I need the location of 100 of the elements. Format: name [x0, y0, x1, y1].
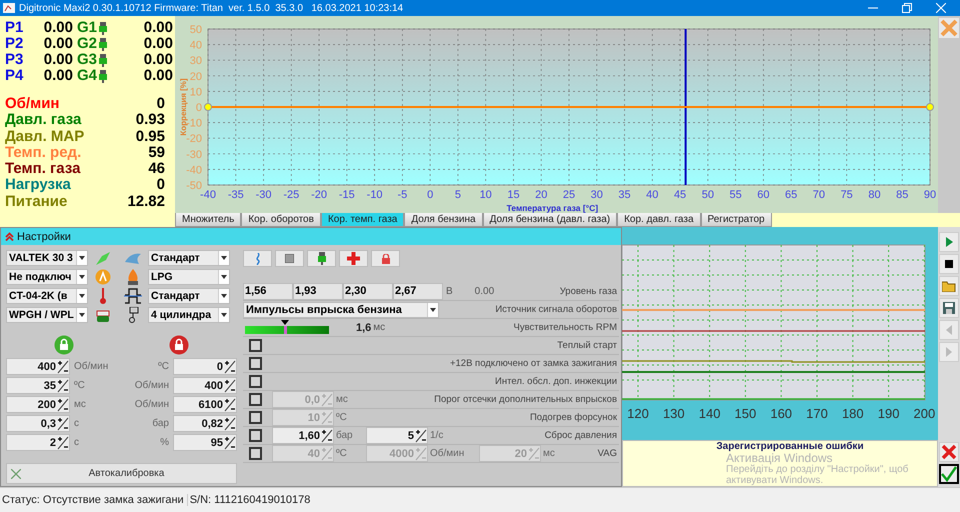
probe-button[interactable]: [243, 250, 272, 267]
window-title: Digitronic Maxi2 0.30.1.10712 Firmware: Titan ver. 1.5.0 35.3.0 16.03.2021 10:23:14: [19, 2, 404, 14]
dropdown[interactable]: VALTEK 30 3: [6, 250, 88, 266]
injector-value: 0.00: [142, 68, 173, 84]
injector-icon: [99, 54, 107, 66]
right-caret-icon: [946, 347, 952, 357]
threshold-field[interactable]: 1,93: [293, 283, 343, 300]
number-field[interactable]: 2: [6, 434, 70, 451]
setting-label: Интел. обсл. доп. инжекции: [495, 376, 618, 387]
caret-icon: [221, 313, 227, 317]
number-field[interactable]: 95: [173, 434, 237, 451]
dropdown[interactable]: CT-04-2K (в: [6, 288, 88, 304]
y-axis-title: Коррекция [%]: [179, 78, 188, 136]
number-field[interactable]: 5: [366, 427, 428, 444]
stop-button[interactable]: [939, 254, 959, 274]
unit-label: Об/мин: [134, 399, 170, 410]
x-tick-label: 120: [627, 406, 649, 421]
tab[interactable]: Кор. темп. газа: [320, 213, 404, 227]
spinner-icon: [415, 446, 427, 460]
number-field[interactable]: 0,82: [173, 415, 237, 432]
number-field[interactable]: 0,3: [6, 415, 70, 432]
setting-label: VAG: [598, 448, 618, 459]
number-field[interactable]: 400: [173, 377, 237, 394]
injector-icon: [318, 252, 326, 265]
reading-value: 0.95: [136, 128, 165, 145]
x-tick-label: 75: [840, 189, 853, 201]
status-text: Статус: Отсутствие замка зажигани: [1, 494, 185, 506]
reading-label: Давл. газа: [5, 112, 82, 129]
data-point[interactable]: [204, 103, 212, 111]
save-button[interactable]: [939, 298, 959, 318]
plus-button[interactable]: [339, 250, 368, 267]
x-tick-label: 35: [618, 189, 631, 201]
y-tick-label: 30: [190, 55, 202, 68]
data-point[interactable]: [926, 103, 934, 111]
tab[interactable]: Кор. давл. газа: [617, 213, 701, 227]
delete-button[interactable]: [939, 442, 959, 462]
x-tick-label: 30: [590, 189, 603, 201]
x-tick-label: 70: [812, 189, 826, 201]
reading-label: Давл. MAP: [5, 128, 84, 145]
checkbox[interactable]: [249, 447, 262, 460]
tab[interactable]: Множитель: [175, 213, 242, 227]
checkbox[interactable]: [249, 375, 262, 388]
number-field[interactable]: 200: [6, 396, 70, 413]
confirm-button[interactable]: [939, 464, 959, 484]
injector-value: 0.00: [42, 52, 73, 68]
stop-button[interactable]: [275, 250, 304, 267]
threshold-field[interactable]: 1,56: [243, 283, 293, 300]
checkbox[interactable]: [249, 339, 262, 352]
collapse-icon[interactable]: [5, 232, 14, 241]
tab[interactable]: Регистратор: [700, 213, 772, 227]
number-field[interactable]: 1,60: [272, 427, 334, 444]
number-field[interactable]: 0: [173, 358, 237, 375]
threshold-field[interactable]: 2,67: [393, 283, 443, 300]
reading-label: Питание: [5, 194, 68, 210]
thermometer-icon: [99, 288, 107, 304]
slider-thumb[interactable]: [284, 326, 288, 334]
reading-label: Темп. ред.: [5, 144, 82, 162]
tab[interactable]: Доля бензина (давл. газа): [482, 213, 618, 227]
number-field[interactable]: 6100: [173, 396, 237, 413]
serial-number: S/N: 1112160419010178: [186, 494, 310, 506]
tab[interactable]: Доля бензина: [404, 213, 483, 227]
lock-button[interactable]: [371, 250, 400, 267]
tab[interactable]: Кор. оборотов: [241, 213, 321, 227]
number-field[interactable]: 35: [6, 377, 70, 394]
open-button[interactable]: [939, 276, 959, 296]
x-tick-label: 15: [507, 189, 520, 201]
injector-button[interactable]: [307, 250, 336, 267]
y-tick-label: -30: [186, 148, 202, 161]
dropdown[interactable]: WPGH / WPL: [6, 307, 88, 323]
dropdown[interactable]: 4 цилиндра: [148, 307, 230, 323]
autocalibration-button[interactable]: Автокалибровка: [6, 463, 237, 484]
panel-title: Настройки: [17, 230, 71, 242]
spinner-icon: [415, 428, 427, 442]
dropdown[interactable]: LPG: [148, 269, 230, 285]
setting-label: Источник сигнала оборотов: [495, 304, 618, 315]
number-field: 10: [272, 409, 334, 426]
reading-label: Темп. газа: [5, 161, 80, 178]
checkbox[interactable]: [249, 429, 262, 442]
dropdown[interactable]: Стандарт: [148, 250, 230, 266]
reading-value: 0: [156, 96, 165, 112]
checkbox[interactable]: [249, 393, 262, 406]
injector-value: 0.00: [142, 20, 173, 36]
lock-icon: [169, 335, 190, 355]
checkbox[interactable]: [249, 411, 262, 424]
threshold-field[interactable]: 2,30: [343, 283, 393, 300]
y-tick-label: -20: [186, 133, 202, 146]
reading-label: Об/мин: [5, 96, 60, 112]
injector-value: 0.00: [142, 36, 173, 52]
unit-label: ºC: [335, 448, 348, 459]
y-tick-label: 0: [196, 102, 202, 114]
dropdown[interactable]: Стандарт: [148, 288, 230, 304]
spinner-icon: [57, 398, 69, 412]
number-field[interactable]: 400: [6, 358, 70, 375]
spinner-icon: [321, 428, 333, 442]
x-axis-title: Температура газа [°C]: [506, 203, 598, 213]
dropdown[interactable]: Не подключ: [6, 269, 88, 285]
number-field: 0,0: [272, 391, 334, 408]
restore-icon[interactable]: [902, 3, 912, 13]
dropdown[interactable]: Импульсы впрыска бензина: [243, 302, 439, 318]
checkbox[interactable]: [249, 357, 262, 370]
